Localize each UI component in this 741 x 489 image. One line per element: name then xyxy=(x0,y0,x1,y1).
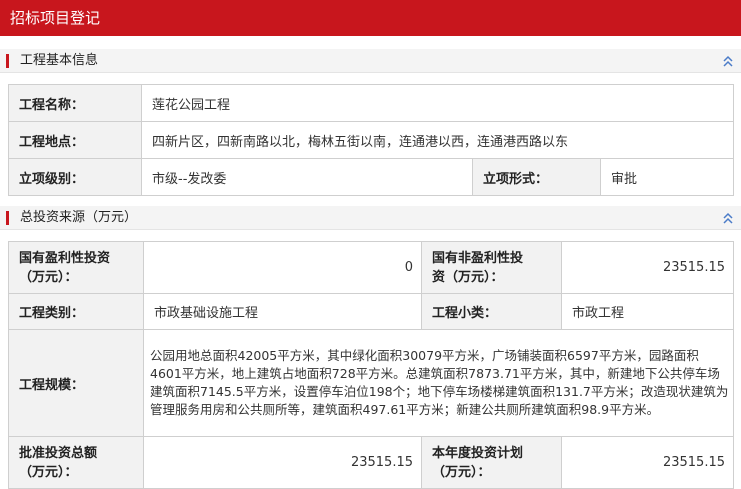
table-row: 工程地点： 四新片区，四新南路以北，梅林五街以南，连通港以西，连通港西路以东 xyxy=(8,121,735,159)
table-row: 工程类别： 市政基础设施工程 工程小类： 市政工程 xyxy=(8,293,734,330)
section-title: 总投资来源（万元） xyxy=(20,210,138,225)
project-location-label: 工程地点： xyxy=(8,121,142,159)
state-profit-investment-value: 0 xyxy=(143,241,422,294)
approved-total-investment-label: 批准投资总额 （万元）： xyxy=(8,436,144,489)
label-line: 国有非盈利性投 xyxy=(432,251,524,266)
project-scale-value: 公园用地总面积42005平方米，其中绿化面积30079平方米，广场铺装面积659… xyxy=(143,329,734,437)
table-row: 工程规模： 公园用地总面积42005平方米，其中绿化面积30079平方米，广场铺… xyxy=(8,329,734,437)
approval-form-value: 审批 xyxy=(599,158,735,196)
basic-info-table: 工程名称： 莲花公园工程 工程地点： 四新片区，四新南路以北，梅林五街以南，连通… xyxy=(8,84,735,196)
label-line: 批准投资总额 xyxy=(19,446,98,461)
annual-investment-plan-label: 本年度投资计划 （万元）： xyxy=(421,436,562,489)
approval-level-value: 市级--发改委 xyxy=(141,158,473,196)
project-category-value: 市政基础设施工程 xyxy=(143,293,422,330)
section-accent-bar xyxy=(6,54,9,68)
state-nonprofit-investment-value: 23515.15 xyxy=(561,241,734,294)
label-line: 国有盈利性投资 xyxy=(19,251,111,266)
section-accent-bar xyxy=(6,211,9,225)
label-line: 资（万元）： xyxy=(432,270,504,285)
table-row: 立项级别： 市级--发改委 立项形式： 审批 xyxy=(8,158,735,196)
double-chevron-up-icon[interactable] xyxy=(721,53,735,69)
project-location-value: 四新片区，四新南路以北，梅林五街以南，连通港以西，连通港西路以东 xyxy=(140,121,735,159)
section-title: 工程基本信息 xyxy=(20,53,99,68)
label-line: 本年度投资计划 xyxy=(432,446,524,461)
label-line: （万元）： xyxy=(19,270,78,285)
section-header-basic-info[interactable]: 工程基本信息 xyxy=(0,49,741,73)
label-line: （万元）： xyxy=(432,465,491,480)
page-title: 招标项目登记 xyxy=(10,9,101,27)
approval-level-label: 立项级别： xyxy=(8,158,142,196)
page-title-bar: 招标项目登记 xyxy=(0,0,741,36)
approval-form-label: 立项形式： xyxy=(472,158,601,196)
table-row: 国有盈利性投资 （万元）： 0 国有非盈利性投 资（万元）： 23515.15 xyxy=(8,241,734,294)
project-name-value: 莲花公园工程 xyxy=(140,84,735,122)
project-subcategory-label: 工程小类： xyxy=(421,293,562,330)
double-chevron-up-icon[interactable] xyxy=(721,210,735,226)
state-profit-investment-label: 国有盈利性投资 （万元）： xyxy=(8,241,144,294)
project-category-label: 工程类别： xyxy=(8,293,144,330)
section-header-investment-source[interactable]: 总投资来源（万元） xyxy=(0,206,741,230)
state-nonprofit-investment-label: 国有非盈利性投 资（万元）： xyxy=(421,241,562,294)
project-scale-label: 工程规模： xyxy=(8,329,144,437)
table-row: 批准投资总额 （万元）： 23515.15 本年度投资计划 （万元）： 2351… xyxy=(8,436,734,489)
label-line: （万元）： xyxy=(19,465,78,480)
investment-table: 国有盈利性投资 （万元）： 0 国有非盈利性投 资（万元）： 23515.15 … xyxy=(8,241,734,489)
approved-total-investment-value: 23515.15 xyxy=(143,436,422,489)
table-row: 工程名称： 莲花公园工程 xyxy=(8,84,735,122)
project-name-label: 工程名称： xyxy=(8,84,142,122)
annual-investment-plan-value: 23515.15 xyxy=(561,436,734,489)
project-subcategory-value: 市政工程 xyxy=(561,293,734,330)
